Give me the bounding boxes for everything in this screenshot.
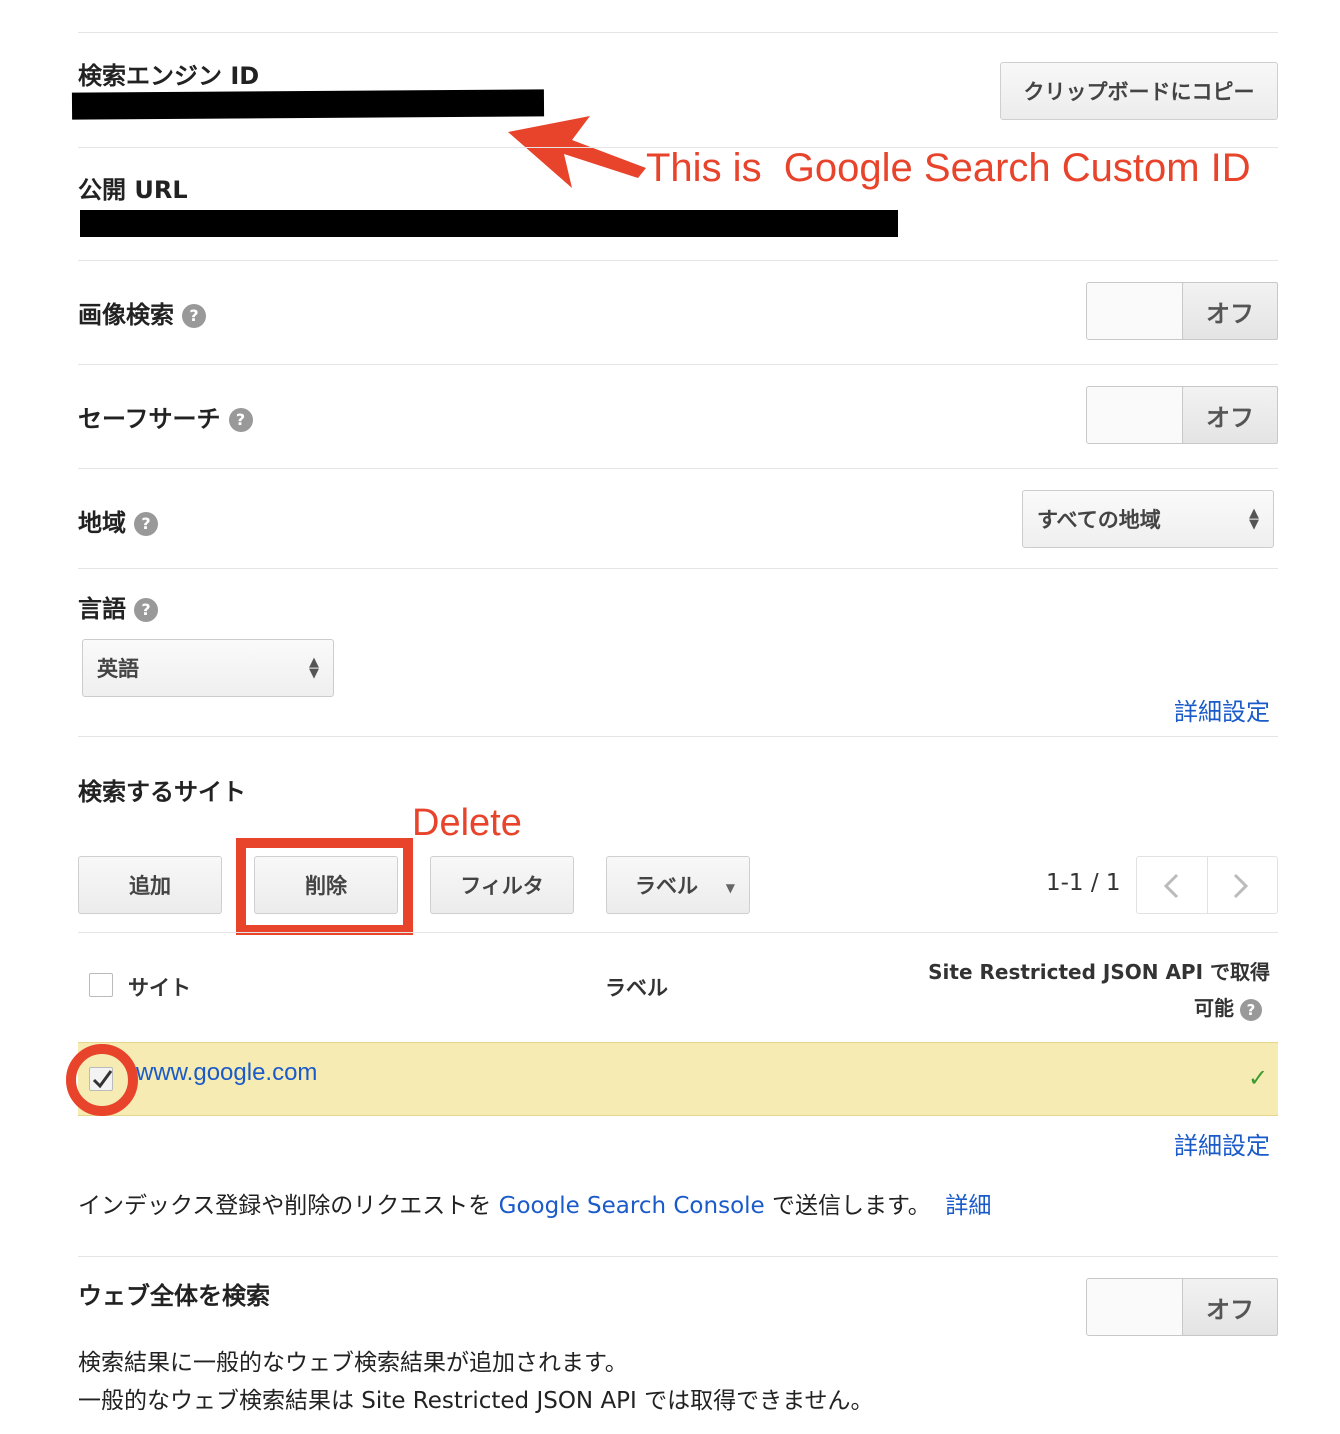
divider xyxy=(78,364,1278,365)
public-url-redacted xyxy=(80,210,898,237)
help-icon[interactable]: ? xyxy=(182,304,206,328)
divider xyxy=(78,1256,1278,1257)
divider xyxy=(78,568,1278,569)
language-label: 言語? xyxy=(78,589,158,624)
index-note-prefix: インデックス登録や削除のリクエストを xyxy=(78,1193,499,1219)
web-search-desc-line2: 一般的なウェブ検索結果は Site Restricted JSON API では… xyxy=(78,1388,874,1414)
add-site-button[interactable]: 追加 xyxy=(78,856,222,914)
sites-section-title: 検索するサイト xyxy=(78,778,246,806)
toggle-state: オフ xyxy=(1182,386,1278,444)
public-url-label: 公開 URL xyxy=(78,176,188,204)
annotation-id-text: This is Google Search Custom ID xyxy=(646,146,1251,190)
pagination-count: 1-1 / 1 xyxy=(1046,870,1121,896)
dropdown-caret-icon: ▼ xyxy=(725,881,735,895)
divider xyxy=(78,932,1278,933)
safe-search-toggle[interactable]: オフ xyxy=(1086,386,1278,444)
select-arrows-icon: ▲ ▼ xyxy=(1249,506,1259,532)
web-search-toggle[interactable]: オフ xyxy=(1086,1278,1278,1336)
select-all-checkbox[interactable] xyxy=(89,973,113,997)
divider xyxy=(78,736,1278,737)
next-page-icon[interactable] xyxy=(1231,873,1251,899)
region-label: 地域? xyxy=(78,503,158,538)
filter-button[interactable]: フィルタ xyxy=(430,856,574,914)
column-header-site: サイト xyxy=(128,976,191,1000)
advanced-settings-link[interactable]: 詳細設定 xyxy=(1174,692,1270,727)
engine-id-label: 検索エンジン ID xyxy=(78,62,260,90)
annotation-delete-text: Delete xyxy=(412,802,522,844)
language-select-value: 英語 xyxy=(97,657,139,681)
select-arrows-icon: ▲ ▼ xyxy=(309,655,319,681)
divider xyxy=(78,147,1278,148)
details-link[interactable]: 詳細 xyxy=(945,1193,991,1219)
safe-search-text: セーフサーチ xyxy=(78,405,221,433)
safe-search-label: セーフサーチ? xyxy=(78,399,253,434)
image-search-text: 画像検索 xyxy=(78,301,174,329)
help-icon[interactable]: ? xyxy=(134,598,158,622)
language-text: 言語 xyxy=(78,595,126,623)
toggle-state: オフ xyxy=(1182,282,1278,340)
column-header-json-api-line2: 可能 xyxy=(1194,996,1234,1020)
image-search-toggle[interactable]: オフ xyxy=(1086,282,1278,340)
pagination-separator xyxy=(1207,857,1208,913)
region-select-value: すべての地域 xyxy=(1037,508,1161,532)
language-select[interactable]: 英語 ▲ ▼ xyxy=(82,639,334,697)
checkmark-icon xyxy=(92,1070,113,1089)
annotation-arrow-icon xyxy=(508,116,646,188)
delete-site-button[interactable]: 削除 xyxy=(254,856,398,914)
image-search-label: 画像検索? xyxy=(78,295,206,330)
help-icon[interactable]: ? xyxy=(1240,998,1262,1021)
engine-id-redacted xyxy=(71,89,545,120)
search-console-link[interactable]: Google Search Console xyxy=(499,1193,765,1219)
site-link[interactable]: www.google.com xyxy=(136,1059,317,1087)
web-search-desc-line1: 検索結果に一般的なウェブ検索結果が追加されます。 xyxy=(78,1350,628,1376)
toggle-state: オフ xyxy=(1182,1278,1278,1336)
column-header-label: ラベル xyxy=(605,976,668,1000)
help-icon[interactable]: ? xyxy=(228,408,253,432)
help-icon[interactable]: ? xyxy=(134,512,158,536)
divider xyxy=(78,468,1278,469)
copy-to-clipboard-button[interactable]: クリップボードにコピー xyxy=(1000,62,1278,120)
column-header-json-api: 可能? xyxy=(1194,992,1262,1021)
divider xyxy=(78,32,1278,33)
region-select[interactable]: すべての地域 ▲ ▼ xyxy=(1022,490,1274,548)
index-note-suffix: で送信します。 xyxy=(764,1193,931,1219)
pagination-controls xyxy=(1136,856,1278,914)
prev-page-icon[interactable] xyxy=(1161,873,1181,899)
region-text: 地域 xyxy=(78,509,126,537)
column-header-json-api-line1: Site Restricted JSON API で取得 xyxy=(928,960,1270,984)
web-search-title: ウェブ全体を検索 xyxy=(78,1282,270,1310)
index-note: インデックス登録や削除のリクエストを Google Search Console… xyxy=(78,1186,991,1220)
label-dropdown-button[interactable]: ラベル ▼ xyxy=(606,856,750,914)
sites-advanced-settings-link[interactable]: 詳細設定 xyxy=(1174,1126,1270,1161)
divider xyxy=(78,260,1278,261)
row-checkbox[interactable] xyxy=(89,1067,113,1091)
label-dropdown-text: ラベル xyxy=(635,874,698,898)
json-api-available-check: ✓ xyxy=(1248,1064,1269,1092)
